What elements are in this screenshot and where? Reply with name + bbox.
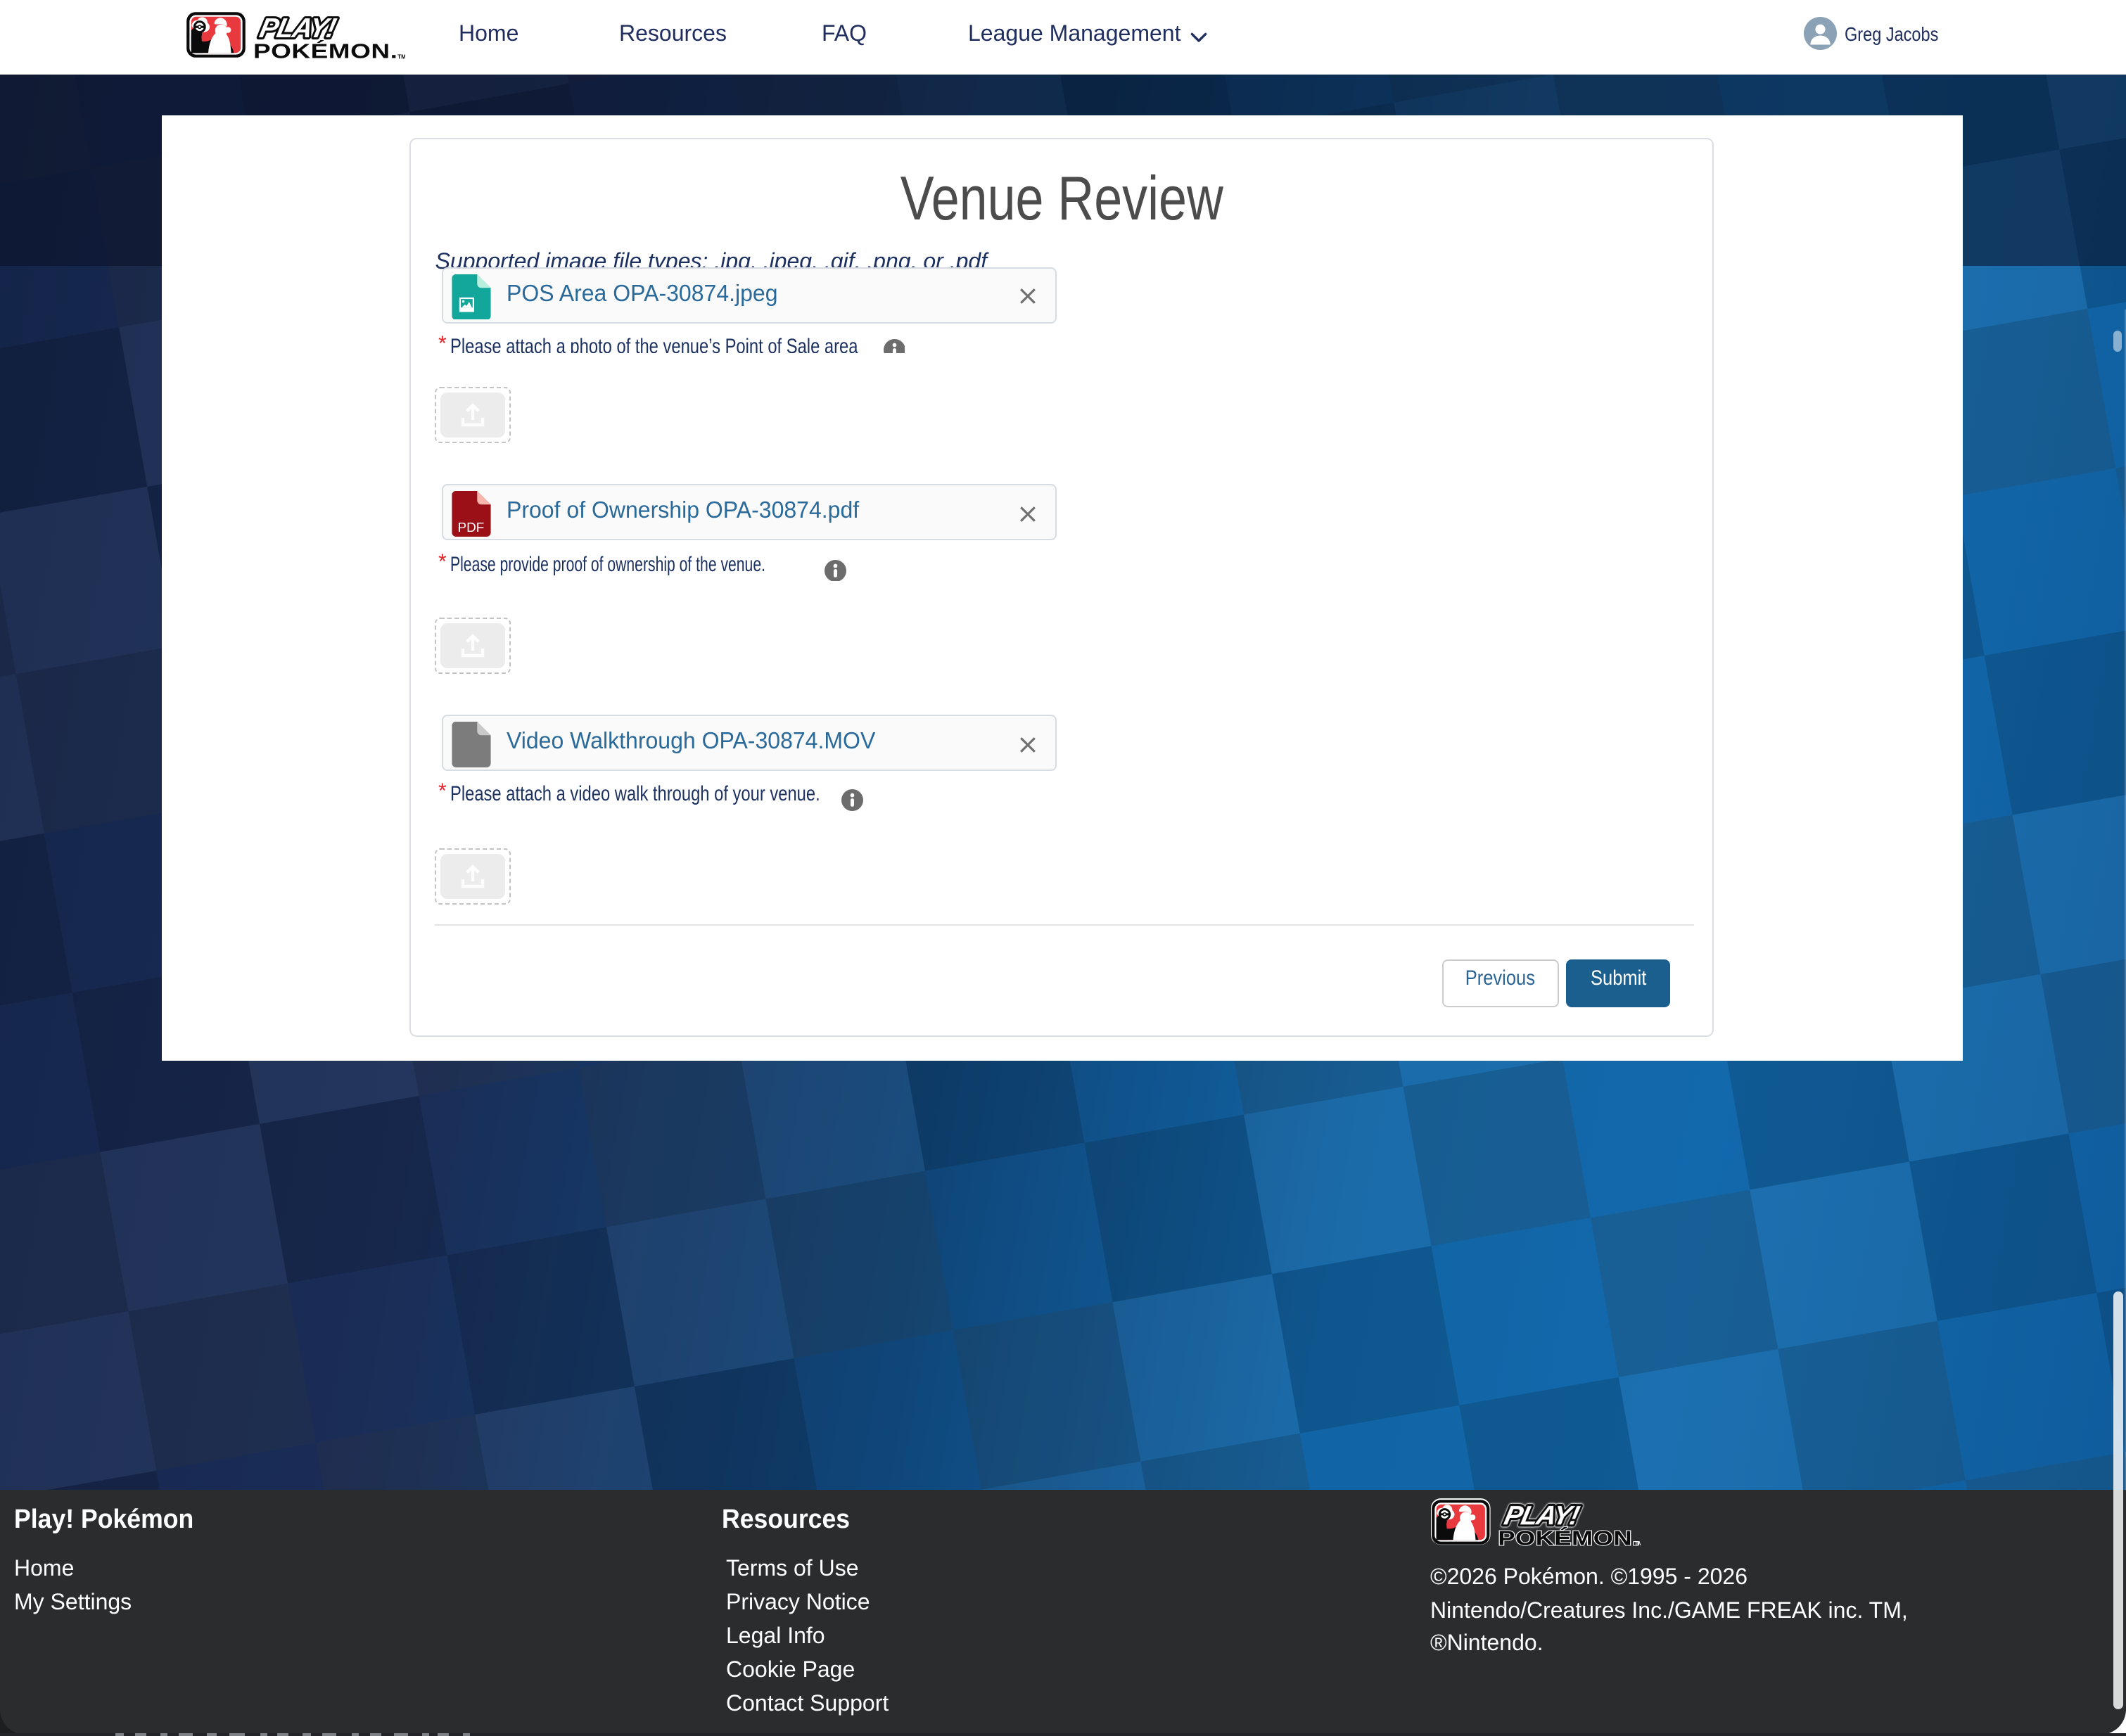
svg-text:TM: TM [1634, 1540, 1641, 1546]
svg-text:POKÉMON.: POKÉMON. [253, 39, 397, 59]
svg-text:PDF: PDF [458, 521, 485, 535]
svg-text:PLAY!: PLAY! [256, 13, 338, 44]
svg-text:TM: TM [397, 53, 405, 59]
svg-text:POKÉMON.: POKÉMON. [1497, 1526, 1638, 1546]
